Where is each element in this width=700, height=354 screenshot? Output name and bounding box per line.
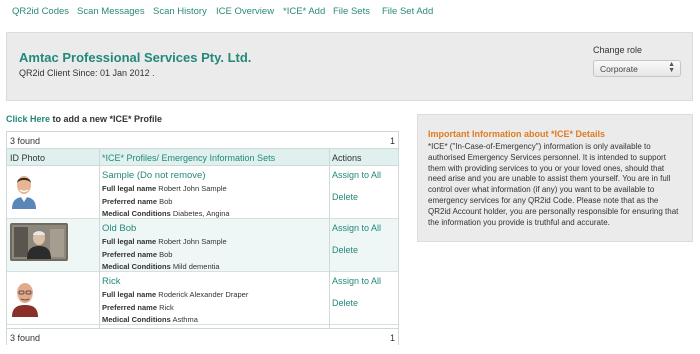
page-number[interactable]: 1 <box>390 333 395 343</box>
col-actions: Actions <box>332 153 362 163</box>
medical-field: Medical Conditions Mild dementia <box>102 262 220 271</box>
role-select[interactable]: Corporate ▲ ▼ <box>593 60 681 77</box>
assign-to-all-link[interactable]: Assign to All <box>332 223 381 233</box>
nav-scan-messages[interactable]: Scan Messages <box>77 6 145 17</box>
table-row: Old Bob Full legal name Robert John Samp… <box>7 219 398 272</box>
assign-to-all-link[interactable]: Assign to All <box>332 170 381 180</box>
medical-field: Medical Conditions Diabetes, Angina <box>102 209 230 218</box>
medical-value: Mild dementia <box>172 262 220 271</box>
add-profile-text: to add a new *ICE* Profile <box>50 114 163 124</box>
legal-name-value: Roderick Alexander Draper <box>158 290 249 299</box>
add-profile-line: Click Here to add a new *ICE* Profile <box>6 114 162 124</box>
profiles-table: 3 found 1 ID Photo *ICE* Profiles/ Emerg… <box>6 131 399 345</box>
column-divider <box>99 149 100 329</box>
found-count: 3 found <box>10 333 41 343</box>
table-row: Rick Full legal name Roderick Alexander … <box>7 272 398 325</box>
medical-value: Diabetes, Angina <box>172 209 230 218</box>
preferred-name-label: Preferred name <box>102 303 158 312</box>
profile-name[interactable]: Sample (Do not remove) <box>102 170 205 181</box>
elderly-man-photo-icon <box>10 223 68 263</box>
column-divider <box>329 149 330 329</box>
preferred-name-label: Preferred name <box>102 197 158 206</box>
delete-link[interactable]: Delete <box>332 192 358 202</box>
preferred-name-field: Preferred name Bob <box>102 250 172 259</box>
preferred-name-field: Preferred name Rick <box>102 303 174 312</box>
legal-name-label: Full legal name <box>102 237 157 246</box>
client-since: QR2id Client Since: 01 Jan 2012 . <box>19 68 155 78</box>
page-number[interactable]: 1 <box>390 136 395 146</box>
man-smiling-photo-icon <box>10 171 38 211</box>
legal-name-label: Full legal name <box>102 184 157 193</box>
medical-value: Asthma <box>172 315 198 324</box>
bald-man-photo-icon <box>10 277 40 319</box>
preferred-name-value: Bob <box>159 197 173 206</box>
add-profile-link[interactable]: Click Here <box>6 114 50 124</box>
nav-file-sets[interactable]: File Sets <box>333 6 370 17</box>
company-name: Amtac Professional Services Pty. Ltd. <box>19 50 252 65</box>
col-id-photo: ID Photo <box>10 153 46 163</box>
delete-link[interactable]: Delete <box>332 245 358 255</box>
preferred-name-field: Preferred name Bob <box>102 197 172 206</box>
updown-arrows-icon: ▲ ▼ <box>668 61 675 74</box>
preferred-name-value: Rick <box>159 303 174 312</box>
legal-name-field: Full legal name Robert John Sample <box>102 184 227 193</box>
preferred-name-value: Bob <box>159 250 173 259</box>
table-count-top: 3 found 1 <box>7 132 398 149</box>
important-info-box: Important Information about *ICE* Detail… <box>417 114 693 242</box>
found-count: 3 found <box>10 136 41 146</box>
nav-ice-add[interactable]: *ICE* Add <box>283 6 325 17</box>
nav-file-set-add[interactable]: File Set Add <box>382 6 433 17</box>
info-text: *ICE* ("In-Case-of-Emergency") informati… <box>428 142 679 227</box>
table-header: ID Photo *ICE* Profiles/ Emergency Infor… <box>7 149 398 166</box>
assign-to-all-link[interactable]: Assign to All <box>332 276 381 286</box>
medical-label: Medical Conditions <box>102 262 171 271</box>
medical-field: Medical Conditions Asthma <box>102 315 198 324</box>
legal-name-value: Robert John Sample <box>158 237 227 246</box>
medical-label: Medical Conditions <box>102 315 171 324</box>
change-role-label: Change role <box>593 45 643 55</box>
client-banner: Amtac Professional Services Pty. Ltd. QR… <box>6 32 693 101</box>
table-row: Sample (Do not remove) Full legal name R… <box>7 166 398 219</box>
nav-qr2id-codes[interactable]: QR2id Codes <box>12 6 69 17</box>
top-nav: QR2id Codes Scan Messages Scan History I… <box>0 0 700 24</box>
legal-name-value: Robert John Sample <box>158 184 227 193</box>
preferred-name-label: Preferred name <box>102 250 158 259</box>
legal-name-field: Full legal name Roderick Alexander Drape… <box>102 290 248 299</box>
info-title: Important Information about *ICE* Detail… <box>428 129 606 139</box>
profile-name[interactable]: Old Bob <box>102 223 136 234</box>
table-count-bottom: 3 found 1 <box>7 328 398 345</box>
delete-link[interactable]: Delete <box>332 298 358 308</box>
legal-name-field: Full legal name Robert John Sample <box>102 237 227 246</box>
medical-label: Medical Conditions <box>102 209 171 218</box>
legal-name-label: Full legal name <box>102 290 157 299</box>
nav-scan-history[interactable]: Scan History <box>153 6 207 17</box>
profile-name[interactable]: Rick <box>102 276 120 287</box>
nav-ice-overview[interactable]: ICE Overview <box>216 6 274 17</box>
col-profiles[interactable]: *ICE* Profiles/ Emergency Information Se… <box>102 153 275 163</box>
role-select-value: Corporate <box>600 64 638 74</box>
